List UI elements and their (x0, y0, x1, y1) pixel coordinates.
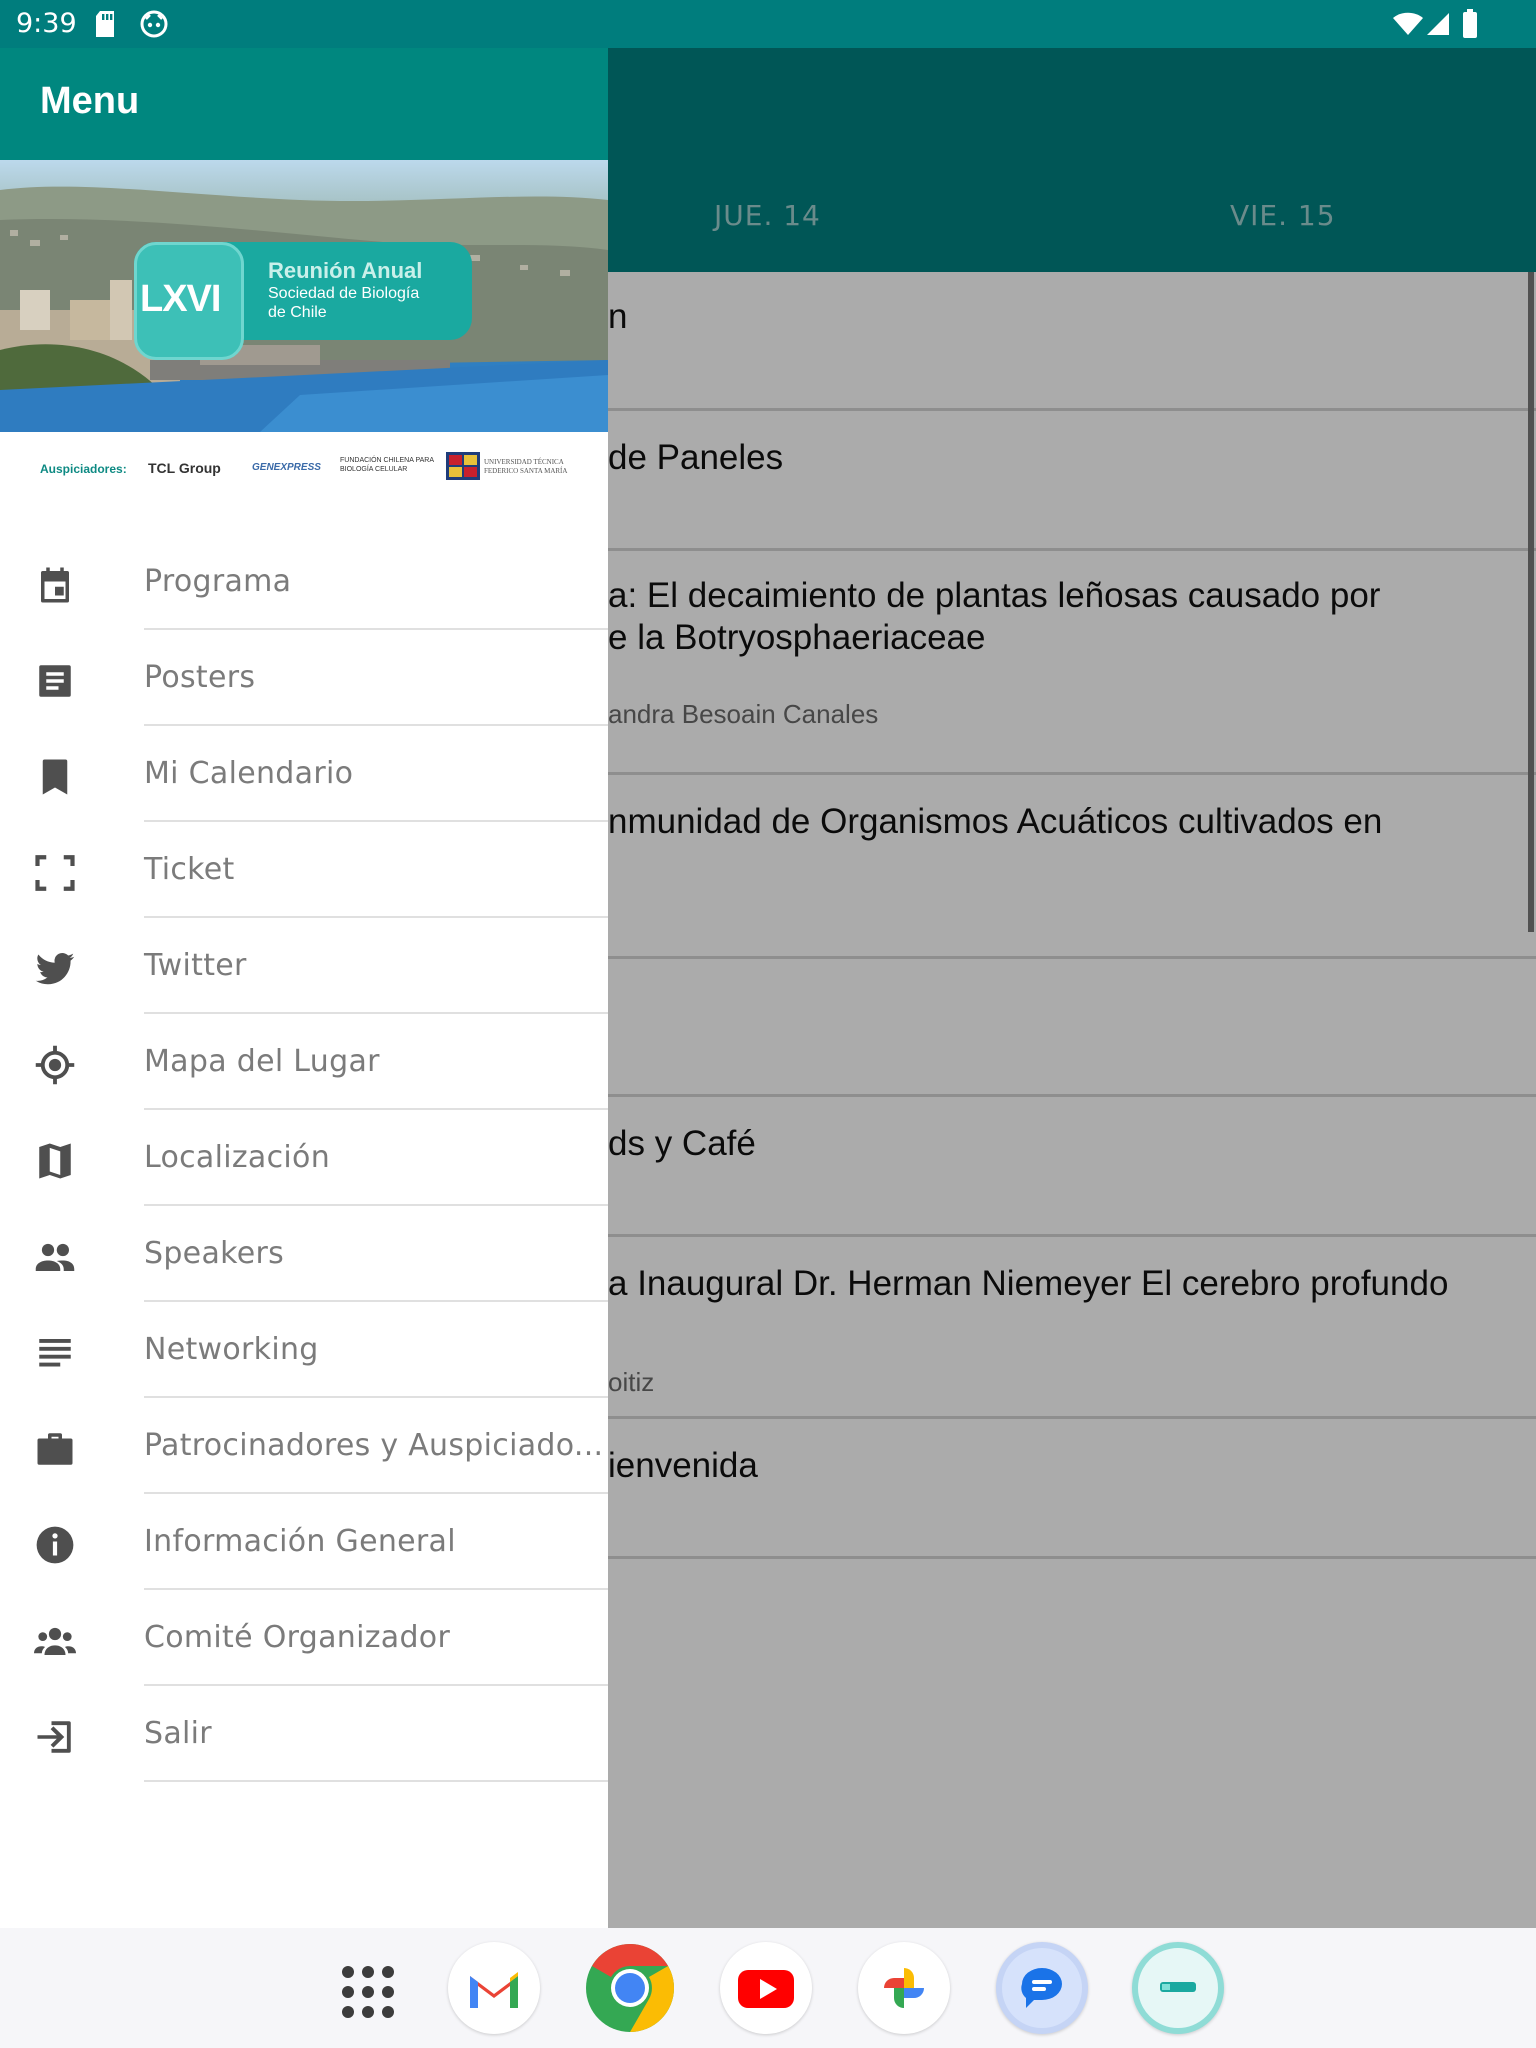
youtube-icon (738, 1970, 794, 2008)
sponsor-fundacion-text: FUNDACIÓN CHILENA PARA BIOLOGÍA CELULAR (340, 457, 434, 473)
menu-item-networking[interactable]: Networking (0, 1302, 608, 1398)
scan-frame-icon (35, 855, 75, 891)
menu-item-mi-calendario[interactable]: Mi Calendario (0, 726, 608, 822)
location-target-icon (35, 1045, 75, 1085)
messages-icon (1002, 1948, 1082, 2028)
notification-icon (140, 10, 168, 38)
menu-item-speakers[interactable]: Speakers (0, 1206, 608, 1302)
wifi-icon (1393, 12, 1423, 35)
messages-app-icon[interactable] (996, 1942, 1088, 2034)
menu-item-label: Speakers (144, 1236, 285, 1271)
event-org-line2: de Chile (268, 304, 327, 321)
sponsor-genexpress-logo: GENEXPRESS (252, 462, 321, 473)
drawer-header: Menu (0, 48, 608, 160)
sponsor-usm-text: UNIVERSIDAD TÉCNICA FEDERICO SANTA MARÍA (484, 458, 568, 475)
navigation-drawer: Menu LXVI Reunión Anual Sociedad de Biol… (0, 48, 608, 1928)
menu-item-label: Twitter (144, 948, 247, 983)
event-org-line1: Sociedad de Biología (268, 285, 420, 302)
menu-item-label: Patrocinadores y Auspiciado... (144, 1428, 604, 1463)
drawer-title: Menu (40, 80, 140, 122)
clock: 9:39 (16, 8, 77, 39)
menu-item-salir[interactable]: Salir (0, 1686, 608, 1782)
chrome-icon (586, 1944, 674, 2032)
sponsor-fundacion-logo: FUNDACIÓN CHILENA PARA BIOLOGÍA CELULAR (340, 456, 436, 474)
menu-item-patrocinadores[interactable]: Patrocinadores y Auspiciado... (0, 1398, 608, 1494)
gmail-app-icon[interactable] (448, 1942, 540, 2034)
menu-item-label: Mapa del Lugar (144, 1044, 380, 1079)
map-icon (39, 1143, 71, 1179)
twitter-icon (35, 952, 75, 985)
status-bar: 9:39 (0, 0, 1536, 48)
sponsors-label: Auspiciadores: (40, 462, 127, 476)
menu-item-label: Networking (144, 1332, 319, 1367)
sponsor-tcl-logo: TCL Group (148, 460, 221, 476)
menu-item-label: Localización (144, 1140, 331, 1175)
menu-item-ticket[interactable]: Ticket (0, 822, 608, 918)
calendar-icon (41, 567, 69, 603)
menu-item-label: Ticket (144, 852, 235, 887)
photos-app-icon[interactable] (858, 1942, 950, 2034)
youtube-app-icon[interactable] (720, 1942, 812, 2034)
menu-item-mapa-del-lugar[interactable]: Mapa del Lugar (0, 1014, 608, 1110)
university-crest-icon (446, 452, 480, 480)
people-icon (35, 1243, 75, 1271)
menu-item-label: Comité Organizador (144, 1620, 451, 1655)
signal-icon (1427, 13, 1449, 35)
info-icon (36, 1526, 74, 1564)
menu-item-label: Información General (144, 1524, 456, 1559)
photos-pinwheel-icon (884, 1968, 924, 2008)
app-dock (0, 1928, 1536, 2048)
group-icon (34, 1627, 76, 1655)
chrome-app-icon[interactable] (584, 1942, 676, 2034)
menu-item-label: Posters (144, 660, 256, 695)
app-drawer-icon[interactable] (340, 1964, 396, 2020)
sponsor-usm-logo: UNIVERSIDAD TÉCNICA FEDERICO SANTA MARÍA (484, 458, 576, 476)
menu-item-label: Programa (144, 564, 292, 599)
menu-item-comite-organizador[interactable]: Comité Organizador (0, 1590, 608, 1686)
menu-item-programa[interactable]: Programa (0, 534, 608, 630)
event-app-icon[interactable] (1132, 1942, 1224, 2034)
gmail-icon (470, 1972, 518, 2008)
briefcase-icon (37, 1433, 73, 1465)
document-icon (39, 665, 71, 697)
lines-icon (39, 1339, 71, 1367)
menu-item-posters[interactable]: Posters (0, 630, 608, 726)
menu-item-label: Mi Calendario (144, 756, 354, 791)
sd-card-icon (96, 11, 114, 37)
menu-item-twitter[interactable]: Twitter (0, 918, 608, 1014)
menu-item-informacion-general[interactable]: Información General (0, 1494, 608, 1590)
event-badge-text: LXVI (140, 278, 221, 320)
event-banner: LXVI Reunión Anual Sociedad de Biología … (0, 160, 608, 432)
menu-item-localizacion[interactable]: Localización (0, 1110, 608, 1206)
exit-icon (37, 1721, 71, 1753)
sponsors-strip: Auspiciadores: TCL Group GENEXPRESS FUND… (0, 432, 608, 512)
menu-divider (144, 1780, 608, 1782)
bookmark-icon (42, 759, 68, 795)
event-app-logo-icon (1160, 1982, 1196, 1992)
event-name: Reunión Anual (268, 258, 423, 283)
battery-icon (1463, 9, 1477, 38)
menu-item-label: Salir (144, 1716, 212, 1751)
